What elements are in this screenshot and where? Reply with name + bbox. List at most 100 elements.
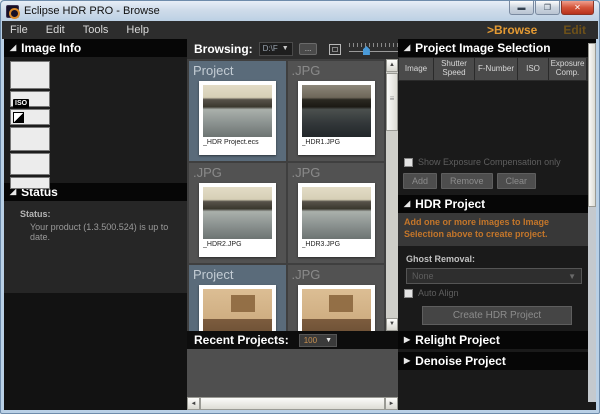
thumbnail-zoom-slider[interactable]	[349, 43, 398, 55]
column-exposure-comp[interactable]: Exposure Comp.	[549, 58, 586, 80]
checkbox-icon[interactable]	[404, 158, 413, 167]
mode-browse-tab[interactable]: >Browse	[487, 23, 537, 37]
scroll-right-icon[interactable]: ►	[385, 397, 398, 410]
browser-cell[interactable]: .JPG _HDR3.JPG	[288, 163, 385, 263]
thumbnail-caption: _HDR3.JPG	[302, 241, 371, 248]
denoise-project-header[interactable]: ▶ Denoise Project	[398, 352, 596, 370]
path-value: D:\F	[263, 43, 278, 55]
slider-handle[interactable]	[363, 46, 370, 55]
collapse-triangle-icon: ▶	[404, 352, 410, 370]
browse-folder-button[interactable]: ...	[299, 43, 318, 55]
column-shutter-speed[interactable]: Shutter Speed	[434, 58, 474, 80]
minimize-button[interactable]: ▬	[509, 1, 534, 15]
menu-help[interactable]: Help	[126, 24, 149, 36]
right-panel-scrollbar[interactable]	[588, 43, 596, 402]
browser-cell[interactable]: Project	[189, 265, 286, 331]
cell-type-label: .JPG	[288, 265, 385, 282]
menu-tools[interactable]: Tools	[83, 24, 109, 36]
close-button[interactable]: ✕	[561, 1, 594, 15]
column-iso[interactable]: ISO	[518, 58, 548, 80]
remove-button[interactable]: Remove	[441, 173, 493, 189]
clear-button[interactable]: Clear	[497, 173, 537, 189]
browser-cell[interactable]: .JPG _HDR2.JPG	[189, 163, 286, 263]
project-image-selection-header[interactable]: ◢ Project Image Selection	[398, 39, 596, 57]
recent-count-dropdown[interactable]: 100 ▼	[299, 334, 337, 347]
denoise-project-title: Denoise Project	[415, 352, 506, 370]
relight-project-header[interactable]: ▶ Relight Project	[398, 331, 596, 349]
status-label: Status:	[20, 209, 187, 219]
info-cell-exposure	[10, 109, 50, 125]
browser-cell[interactable]: Project _HDR Project.ecs	[189, 61, 286, 161]
thumbnail-image	[302, 85, 371, 137]
hdr-project-header[interactable]: ◢ HDR Project	[398, 195, 596, 213]
thumbnail-image	[302, 187, 371, 239]
menu-edit[interactable]: Edit	[46, 24, 65, 36]
hdr-project-title: HDR Project	[415, 195, 485, 213]
exposure-compensation-icon	[13, 112, 24, 123]
left-panel-empty-area	[4, 293, 187, 410]
info-cell-iso: ISO	[10, 91, 50, 107]
thumbnail-card[interactable]: _HDR2.JPG	[199, 183, 276, 257]
chevron-down-icon: ▼	[282, 43, 289, 55]
left-panel: ◢ Image Info ISO ◢	[4, 39, 187, 410]
mode-edit-tab[interactable]: Edit	[563, 23, 586, 37]
selection-table-header: Image Shutter Speed F-Number ISO Exposur…	[398, 57, 596, 81]
thumbnail-caption: _HDR2.JPG	[203, 241, 272, 248]
chevron-down-icon: ▼	[568, 272, 576, 281]
app-icon	[6, 5, 19, 18]
browser-cell[interactable]: .JPG _HDR1.JPG	[288, 61, 385, 161]
scroll-left-icon[interactable]: ◄	[187, 397, 200, 410]
column-image[interactable]: Image	[399, 58, 433, 80]
status-body: Status: Your product (1.3.500.524) is up…	[4, 201, 187, 293]
project-image-selection-title: Project Image Selection	[415, 39, 550, 57]
thumbnail-caption: _HDR1.JPG	[302, 139, 371, 146]
horizontal-scrollbar[interactable]: ◄ ►	[187, 397, 398, 410]
thumbnail-image	[302, 289, 371, 331]
collapse-triangle-icon: ◢	[404, 195, 410, 213]
thumbnail-card[interactable]: _HDR1.JPG	[298, 81, 375, 155]
image-info-body: ISO	[4, 57, 187, 183]
auto-align-checkbox-row[interactable]: Auto Align	[398, 284, 596, 298]
create-hdr-project-button[interactable]: Create HDR Project	[422, 306, 572, 325]
add-button[interactable]: Add	[403, 173, 437, 189]
scroll-up-icon[interactable]: ▲	[386, 59, 398, 72]
scrollbar-thumb[interactable]	[386, 73, 398, 131]
thumbnail-card[interactable]: _HDR3.JPG	[298, 183, 375, 257]
maximize-button[interactable]: ❐	[535, 1, 560, 15]
ghost-removal-value: None	[412, 271, 434, 281]
browser-cell[interactable]: .JPG	[288, 265, 385, 331]
vertical-scrollbar[interactable]: ▲ ▼	[386, 59, 398, 331]
auto-align-label: Auto Align	[418, 288, 459, 298]
show-exposure-checkbox-row[interactable]: Show Exposure Compensation only	[398, 153, 596, 167]
scrollbar-thumb[interactable]	[200, 397, 385, 410]
path-dropdown[interactable]: D:\F ▼	[259, 42, 293, 56]
column-f-number[interactable]: F-Number	[475, 58, 517, 80]
recent-projects-label: Recent Projects:	[194, 333, 289, 347]
hdr-warning-text: Add one or more images to Image Selectio…	[404, 217, 590, 240]
thumbnail-image	[203, 187, 272, 239]
relight-project-title: Relight Project	[415, 331, 500, 349]
thumbnail-card[interactable]	[199, 285, 276, 331]
thumbnail-card[interactable]: _HDR Project.ecs	[199, 81, 276, 155]
status-message: Your product (1.3.500.524) is up to date…	[30, 222, 187, 242]
recent-projects-bar: Recent Projects: 100 ▼	[187, 331, 398, 349]
title-bar[interactable]: Eclipse HDR PRO - Browse ▬ ❐ ✕	[1, 1, 599, 21]
cell-type-label: .JPG	[189, 163, 286, 180]
file-browser-grid: Project _HDR Project.ecs .JPG _HDR1.JPG	[187, 59, 386, 331]
selection-table-body	[398, 81, 596, 153]
menu-file[interactable]: File	[10, 24, 28, 36]
show-exposure-label: Show Exposure Compensation only	[418, 157, 561, 167]
menu-bar: File Edit Tools Help >Browse Edit	[2, 21, 598, 39]
scroll-down-icon[interactable]: ▼	[386, 318, 398, 331]
image-info-header[interactable]: ◢ Image Info	[4, 39, 187, 57]
info-cell-empty	[10, 177, 50, 189]
collapse-triangle-icon: ◢	[404, 39, 410, 57]
collapse-triangle-icon: ◢	[10, 39, 16, 57]
checkbox-icon[interactable]	[404, 289, 413, 298]
thumbnail-card[interactable]	[298, 285, 375, 331]
ghost-removal-dropdown[interactable]: None ▼	[406, 268, 582, 284]
chevron-down-icon: ▼	[325, 337, 332, 344]
info-cell-thumbnail	[10, 61, 50, 89]
cell-type-label: Project	[189, 265, 286, 282]
cell-type-label: Project	[189, 61, 286, 78]
